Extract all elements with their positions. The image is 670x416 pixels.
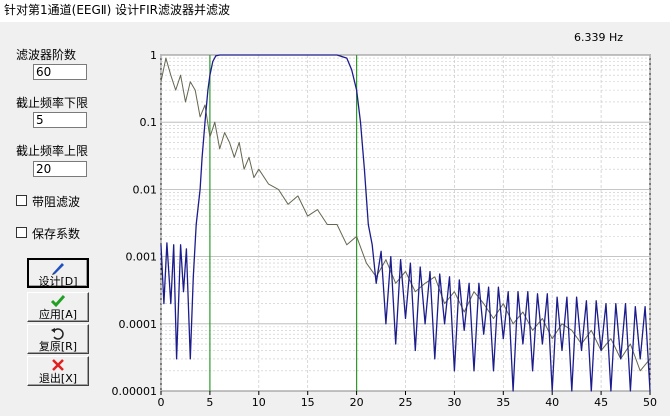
apply-button-label: 应用[A] (38, 308, 78, 321)
frequency-readout: 6.339 Hz (574, 31, 624, 44)
apply-button[interactable]: 应用[A] (27, 292, 89, 322)
x-tick-label: 30 (447, 396, 461, 409)
save-coeffs-label: 保存系数 (32, 227, 81, 241)
x-tick-label: 25 (399, 396, 413, 409)
bandstop-checkbox[interactable] (16, 195, 27, 206)
restore-button-label: 复原[R] (38, 340, 78, 353)
y-tick-label: 0.001 (126, 251, 158, 264)
exit-button[interactable]: 退出[X] (27, 356, 89, 386)
y-tick-label: 0.01 (133, 183, 158, 196)
save-coeffs-checkbox[interactable] (16, 227, 27, 238)
window-title: 针对第1通道(EEGⅡ) 设计FIR滤波器并滤波 (0, 0, 670, 20)
x-tick-label: 5 (206, 396, 213, 409)
x-tick-label: 40 (545, 396, 559, 409)
y-tick-label: 0.1 (140, 116, 158, 129)
undo-arrow-icon (28, 326, 88, 340)
bandstop-label: 带阻滤波 (32, 195, 81, 209)
high-cut-input[interactable]: 20 (33, 161, 87, 177)
design-button[interactable]: 设计[D] (27, 258, 89, 288)
checkmark-icon (28, 294, 88, 308)
x-tick-label: 50 (643, 396, 657, 409)
pencil-icon (29, 261, 87, 275)
order-label: 滤波器阶数 (16, 48, 77, 62)
y-tick-label: 0.00001 (112, 385, 158, 398)
exit-button-label: 退出[X] (38, 372, 78, 385)
y-tick-label: 0.0001 (119, 318, 158, 331)
x-tick-label: 10 (252, 396, 266, 409)
red-x-icon (28, 358, 88, 372)
frequency-response-chart[interactable]: 0 5 10 15 20 25 30 35 40 45 50 1 0.1 0.01 0.001 0.0001 0… (100, 44, 670, 416)
design-button-label: 设计[D] (38, 275, 78, 288)
x-tick-label: 35 (496, 396, 510, 409)
x-tick-label: 20 (350, 396, 364, 409)
x-tick-label: 45 (594, 396, 608, 409)
restore-button[interactable]: 复原[R] (27, 324, 89, 354)
high-cut-label: 截止频率上限 (16, 144, 89, 158)
low-cut-input[interactable]: 5 (33, 112, 87, 128)
order-input[interactable]: 60 (33, 64, 87, 80)
low-cut-label: 截止频率下限 (16, 96, 89, 110)
x-tick-label: 15 (301, 396, 315, 409)
x-tick-label: 0 (158, 396, 165, 409)
y-tick-label: 1 (150, 49, 157, 62)
